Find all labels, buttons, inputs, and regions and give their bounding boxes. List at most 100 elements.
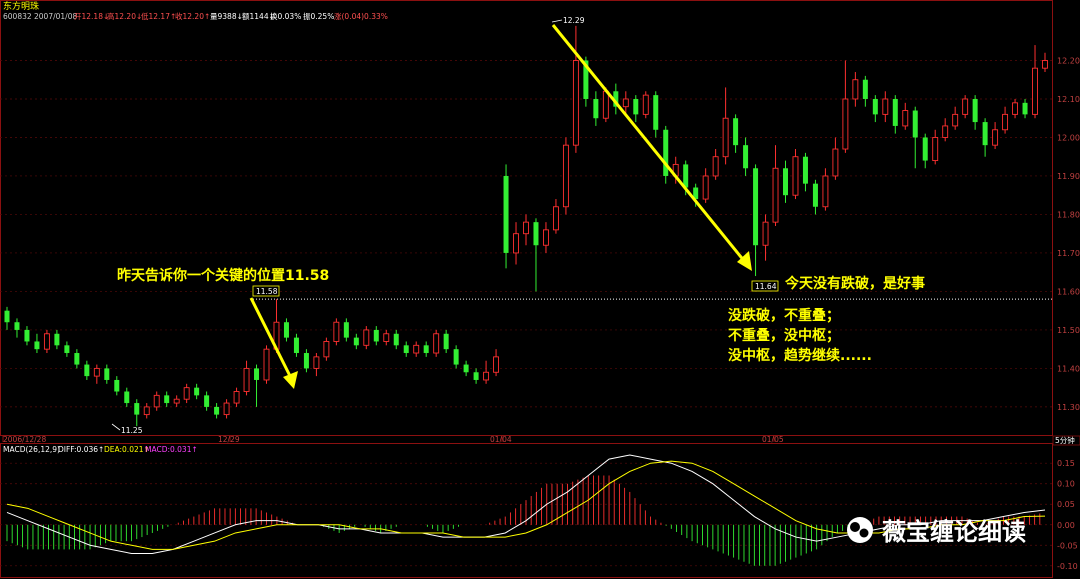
candle-body — [153, 394, 160, 408]
candle-body — [872, 98, 878, 115]
candle-body — [733, 118, 739, 146]
macd-header: MACD(26,12,9) DIFF:0.036↑ DEA:0.021↑ MAC… — [3, 445, 198, 454]
candle-body — [503, 175, 509, 253]
annotation-line-2: 不重叠，没中枢； — [728, 327, 840, 344]
candle-body — [24, 329, 30, 342]
candle-body — [333, 321, 340, 342]
candle-body — [223, 402, 230, 416]
candle-body — [393, 333, 399, 346]
candle-body — [1022, 102, 1028, 115]
candle-body — [423, 345, 429, 354]
candle-body — [762, 221, 769, 246]
candle-body — [792, 156, 799, 196]
arrow-1-line — [249, 297, 294, 381]
candle-body — [942, 125, 949, 138]
annotation-line-1: 没跌破，不重叠； — [728, 307, 840, 324]
open-value: 开12.18↓ — [74, 12, 109, 21]
candle-body — [912, 110, 918, 138]
candle-body — [93, 367, 100, 377]
price-tick: 11.30 — [1057, 403, 1080, 412]
price-tick: 11.60 — [1057, 287, 1080, 296]
candle-body — [1032, 67, 1038, 115]
candle-body — [513, 233, 519, 254]
candle-body — [683, 164, 689, 188]
candle-body — [453, 349, 459, 365]
annotation-not-broken: 今天没有跌破，是好事 — [784, 275, 925, 292]
candle-body — [772, 167, 779, 223]
candle-body — [403, 345, 409, 354]
wechat-bubble-b — [859, 528, 869, 538]
stock-name: 东方明珠 — [3, 0, 39, 12]
stock-chart: 东方明珠 600832 2007/01/08 开12.18↓ 高12.20↓ 低… — [0, 0, 1080, 578]
candle-body — [493, 356, 500, 373]
macd-diff: DIFF:0.036↑ — [58, 445, 104, 454]
price-axis: 12.20 12.10 12.00 11.90 11.80 11.70 11.60 11.50… — [1057, 56, 1080, 411]
candle-body — [832, 148, 839, 177]
candle-body — [1002, 113, 1009, 131]
turnover-value: 换0.03% — [270, 11, 301, 21]
price-tick: 12.20 — [1057, 56, 1080, 65]
price-tick: 11.80 — [1057, 210, 1080, 219]
candle-body — [293, 337, 299, 354]
candle-body — [802, 156, 808, 184]
candle-body — [882, 98, 889, 115]
candle-body — [722, 117, 729, 158]
macd-tick: 0.10 — [1057, 480, 1075, 489]
candle-body — [283, 322, 289, 338]
code-date: 600832 2007/01/08 — [3, 12, 77, 21]
candle-body — [552, 206, 559, 231]
price-tick: 11.90 — [1057, 172, 1080, 181]
candle-body — [433, 333, 440, 354]
candle-body — [892, 98, 898, 126]
candle-body — [303, 353, 309, 369]
candle-body — [932, 137, 939, 162]
candle-body — [124, 391, 130, 404]
candle-body — [114, 379, 120, 392]
candle-body — [233, 391, 240, 404]
candle-body — [343, 322, 349, 338]
candle-body — [622, 98, 629, 108]
candle-body — [902, 110, 909, 127]
candle-body — [633, 98, 639, 115]
candle-body — [313, 356, 320, 369]
low-marker-line — [111, 423, 121, 431]
change-value: 涨(0.04)0.33% — [334, 11, 388, 21]
candle-body — [173, 398, 180, 404]
candle-body — [702, 175, 709, 200]
candle-body — [602, 90, 609, 119]
candle-body — [363, 329, 370, 346]
time-tick: 12/29 — [218, 435, 240, 444]
annotation-key-level: 昨天告诉你一个关键的位置11.58 — [117, 267, 329, 284]
candle-body — [922, 137, 928, 161]
level-marker: 11.58 — [256, 287, 278, 296]
candle-body — [373, 329, 379, 342]
macd-dea: DEA:0.021↑ — [104, 445, 150, 454]
high-marker: 12.29 — [563, 16, 585, 25]
candle-body — [842, 98, 849, 150]
candle-body — [353, 337, 359, 346]
watermark-text: 薇宝缠论细读 — [882, 518, 1026, 546]
candle-body — [753, 168, 759, 246]
candle-body — [164, 395, 170, 404]
price-tick: 11.50 — [1057, 326, 1080, 335]
price-tick: 11.40 — [1057, 364, 1080, 373]
candle-body — [743, 145, 749, 169]
high-value: 高12.20↓ — [107, 11, 142, 21]
macd-label: MACD(26,12,9) — [3, 445, 60, 454]
candle-body — [712, 156, 719, 177]
macd-tick: 0.15 — [1057, 459, 1075, 468]
candle-body — [483, 371, 490, 381]
candle-body — [562, 144, 569, 208]
candle-body — [74, 353, 80, 365]
candle-body — [263, 348, 270, 381]
candle-body — [962, 98, 969, 115]
candle-body — [812, 183, 818, 207]
macd-value: MACD:0.031↑ — [145, 445, 198, 454]
candle-body — [543, 229, 549, 246]
candle-body — [34, 341, 40, 350]
candle-body — [14, 322, 20, 330]
price-markers: 12.29 11.25 11.58 11.64 — [111, 16, 779, 435]
candle-body — [84, 364, 90, 377]
candle-body — [783, 168, 788, 196]
time-tick: 01/04 — [490, 435, 512, 444]
